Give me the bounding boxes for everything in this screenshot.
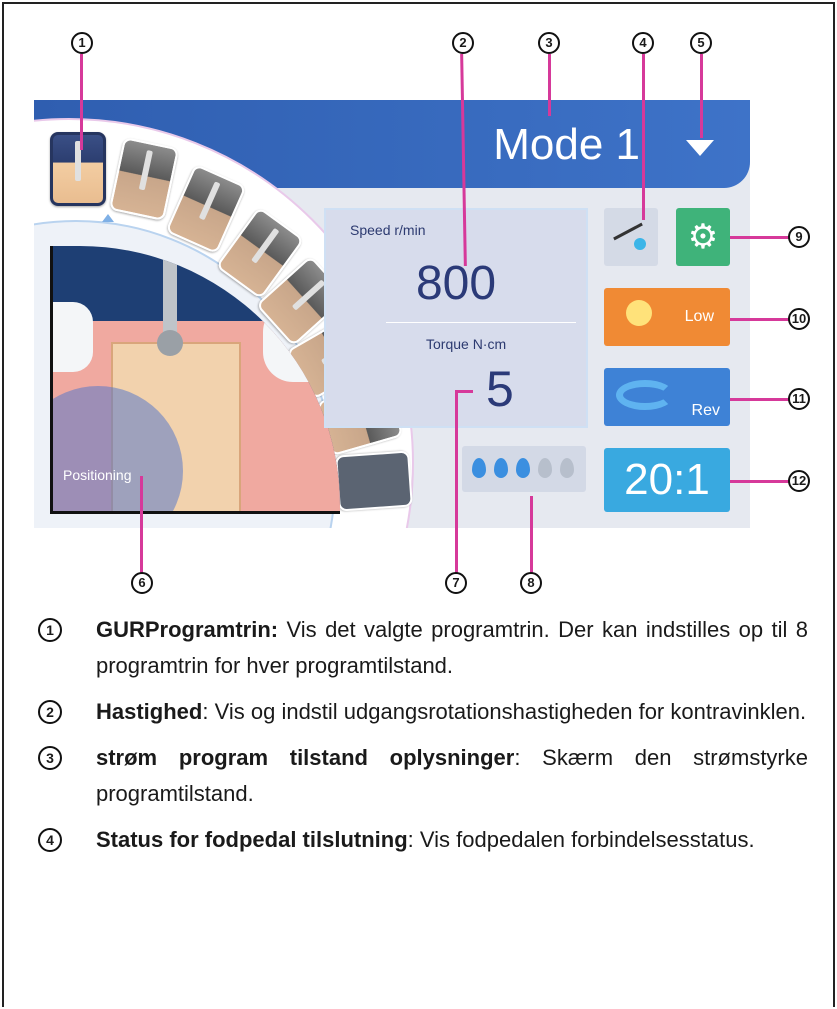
callout-6: 6 [131,572,153,594]
gear-ratio-button[interactable]: 20:1 [604,448,730,512]
callout-3: 3 [538,32,560,54]
program-step-8[interactable] [335,450,413,512]
water-drop-icon [494,458,508,478]
torque-value[interactable]: 5 [486,360,514,418]
legend-item: 1 GURProgramtrin: Vis det valgte program… [38,612,808,684]
drill-icon [138,150,153,191]
legend-item: 3 strøm program tilstand oplysninger: Sk… [38,740,808,812]
callout-7: 7 [445,572,467,594]
legend-number: 1 [38,618,62,642]
callout-8: 8 [520,572,542,594]
callout-4: 4 [632,32,654,54]
mode-title: Mode 1 [493,120,640,169]
water-drop-icon [538,458,552,478]
light-level-label: Low [684,308,714,325]
positioning-label: Positioning [63,467,132,483]
legend-term: strøm program tilstand oplysninger [96,745,515,770]
callout-line-12 [730,480,790,483]
water-drop-icon [516,458,530,478]
legend-term: Hastighed [96,699,203,724]
callout-2: 2 [452,32,474,54]
callout-12: 12 [788,470,810,492]
selected-step-marker [102,214,114,222]
callout-line-7b [455,390,473,393]
drill-icon [251,227,280,264]
legend-item: 2 Hastighed: Vis og indstil udgangsrotat… [38,694,808,730]
legend-item: 4 Status for fodpedal tilslutning: Vis f… [38,822,808,858]
legend-term: GURProgramtrin: [96,617,279,642]
settings-button[interactable]: ⚙ [676,208,730,266]
drill-icon [198,181,221,221]
legend-text: : Vis fodpedalen forbindelsesstatus. [407,827,755,852]
callout-line-9 [730,236,790,239]
callout-line-8 [530,496,533,574]
tooth-illustration [53,302,93,372]
callout-9: 9 [788,226,810,248]
divider [386,322,576,323]
drill-tip [157,330,183,356]
water-level-button[interactable] [462,446,586,492]
callout-line-10 [730,318,790,321]
gear-icon: ⚙ [687,218,719,256]
speed-label: Speed r/min [350,222,426,238]
callout-line-11 [730,398,790,401]
lightbulb-icon [626,300,652,326]
speed-value[interactable]: 800 [326,256,586,311]
direction-label: Rev [691,402,720,419]
callout-line-3 [548,54,551,116]
callout-1: 1 [71,32,93,54]
rotation-direction-button[interactable]: Rev [604,368,730,426]
legend: 1 GURProgramtrin: Vis det valgte program… [38,612,808,868]
light-button[interactable]: Low [604,288,730,346]
water-drop-icon [472,458,486,478]
legend-term: Status for fodpedal tilslutning [96,827,408,852]
callout-10: 10 [788,308,810,330]
callout-line-1 [80,54,83,150]
callout-line-7 [455,390,458,574]
callout-11: 11 [788,388,810,410]
callout-line-5 [700,54,703,138]
connected-icon [634,238,646,250]
drill-shaft [163,246,177,336]
water-drop-icon [560,458,574,478]
rotate-arrow-icon [616,380,674,410]
callout-line-6 [140,476,143,574]
callout-5: 5 [690,32,712,54]
legend-text: : Vis og indstil udgangsrotationshastigh… [202,699,807,724]
legend-number: 4 [38,828,62,852]
legend-number: 2 [38,700,62,724]
legend-number: 3 [38,746,62,770]
torque-label: Torque N·cm [426,336,507,352]
callout-line-4 [642,54,645,220]
program-step-1[interactable] [50,132,106,206]
foot-pedal-status [604,208,658,266]
mode-dropdown-icon[interactable] [686,140,714,156]
